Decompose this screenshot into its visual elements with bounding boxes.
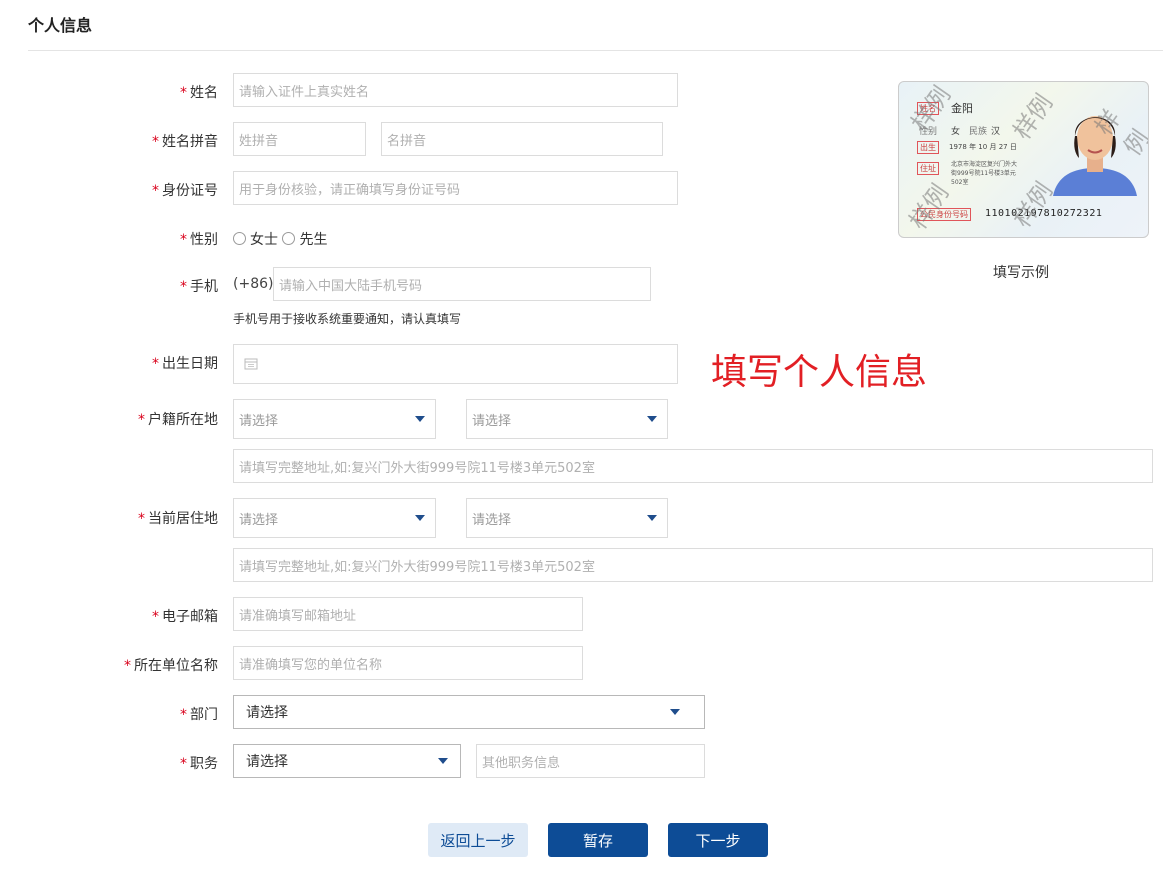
chevron-down-icon xyxy=(647,416,657,422)
required-asterisk: * xyxy=(152,134,159,150)
card-address: 北京市海淀区复兴门外大 街999号院11号楼3单元 502室 xyxy=(951,161,1018,186)
card-gender: 女 xyxy=(951,127,961,137)
residence-province-select[interactable]: 请选择 xyxy=(233,498,436,538)
hukou-province-select[interactable]: 请选择 xyxy=(233,399,436,439)
gender-label: * 性别 xyxy=(180,232,218,248)
position-select[interactable]: 请选择 xyxy=(233,744,461,778)
required-asterisk: * xyxy=(138,412,145,428)
chevron-down-icon xyxy=(438,758,448,764)
gender-option-male[interactable]: 先生 xyxy=(282,232,327,248)
watermark-text: 样例 xyxy=(905,81,957,137)
phone-input[interactable]: 请输入中国大陆手机号码 xyxy=(273,267,651,301)
card-ethnic-label: 民族 xyxy=(969,127,988,137)
birthdate-input[interactable] xyxy=(233,344,678,384)
back-button[interactable]: 返回上一步 xyxy=(428,823,528,857)
card-birth: 1978 年 10 月 27 日 xyxy=(949,143,1017,151)
phone-prefix: (+86) xyxy=(233,276,274,292)
radio-icon[interactable] xyxy=(282,232,296,245)
chevron-down-icon xyxy=(647,515,657,521)
phone-label: * 手机 xyxy=(180,279,218,295)
chevron-down-icon xyxy=(670,709,680,715)
required-asterisk: * xyxy=(180,707,187,723)
department-label: * 部门 xyxy=(180,707,218,723)
id-card-example-image: 姓名 金阳 性别 女 民族 汉 出生 1978 年 10 月 27 日 住址 北… xyxy=(898,81,1149,238)
name-input[interactable]: 请输入证件上真实姓名 xyxy=(233,73,678,107)
email-input[interactable]: 请准确填写邮箱地址 xyxy=(233,597,583,631)
required-asterisk: * xyxy=(152,609,159,625)
residence-label: * 当前居住地 xyxy=(138,511,218,527)
required-asterisk: * xyxy=(180,279,187,295)
hukou-address-input[interactable]: 请填写完整地址,如:复兴门外大街999号院11号楼3单元502室 xyxy=(233,449,1153,483)
annotation-text: 填写个人信息 xyxy=(711,352,928,393)
given-pinyin-input[interactable]: 名拼音 xyxy=(381,122,663,156)
required-asterisk: * xyxy=(180,85,187,101)
chevron-down-icon xyxy=(415,416,425,422)
save-draft-button[interactable]: 暂存 xyxy=(548,823,648,857)
page-title: 个人信息 xyxy=(28,16,93,35)
company-input[interactable]: 请准确填写您的单位名称 xyxy=(233,646,583,680)
name-label: * 姓名 xyxy=(180,85,218,101)
required-asterisk: * xyxy=(180,756,187,772)
residence-address-input[interactable]: 请填写完整地址,如:复兴门外大街999号院11号楼3单元502室 xyxy=(233,548,1153,582)
other-position-input[interactable]: 其他职务信息 xyxy=(476,744,705,778)
required-asterisk: * xyxy=(124,658,131,674)
surname-pinyin-input[interactable]: 姓拼音 xyxy=(233,122,366,156)
card-address-label: 住址 xyxy=(917,162,939,175)
required-asterisk: * xyxy=(180,232,187,248)
example-caption: 填写示例 xyxy=(993,265,1049,281)
hukou-city-select[interactable]: 请选择 xyxy=(466,399,668,439)
required-asterisk: * xyxy=(152,183,159,199)
gender-option-female[interactable]: 女士 xyxy=(233,232,278,248)
phone-hint: 手机号用于接收系统重要通知，请认真填写 xyxy=(233,312,462,326)
chevron-down-icon xyxy=(415,515,425,521)
company-label: * 所在单位名称 xyxy=(124,658,218,674)
next-step-button[interactable]: 下一步 xyxy=(668,823,768,857)
hukou-label: * 户籍所在地 xyxy=(138,412,218,428)
pinyin-label: * 姓名拼音 xyxy=(152,134,218,150)
gender-radio-group: 女士 先生 xyxy=(233,229,327,249)
card-ethnic: 汉 xyxy=(991,127,1001,137)
calendar-icon[interactable] xyxy=(244,358,258,370)
watermark-text: 样例 xyxy=(903,179,955,235)
residence-city-select[interactable]: 请选择 xyxy=(466,498,668,538)
card-birth-label: 出生 xyxy=(917,141,939,154)
id-number-label: * 身份证号 xyxy=(152,183,218,199)
department-select[interactable]: 请选择 xyxy=(233,695,705,729)
radio-icon[interactable] xyxy=(233,232,246,245)
card-name: 金阳 xyxy=(951,102,973,115)
email-label: * 电子邮箱 xyxy=(152,609,218,625)
id-number-input[interactable]: 用于身份核验，请正确填写身份证号码 xyxy=(233,171,678,205)
position-label: * 职务 xyxy=(180,756,218,772)
required-asterisk: * xyxy=(138,511,145,527)
required-asterisk: * xyxy=(152,356,159,372)
header-divider xyxy=(28,50,1163,51)
birthdate-label: * 出生日期 xyxy=(152,356,218,372)
